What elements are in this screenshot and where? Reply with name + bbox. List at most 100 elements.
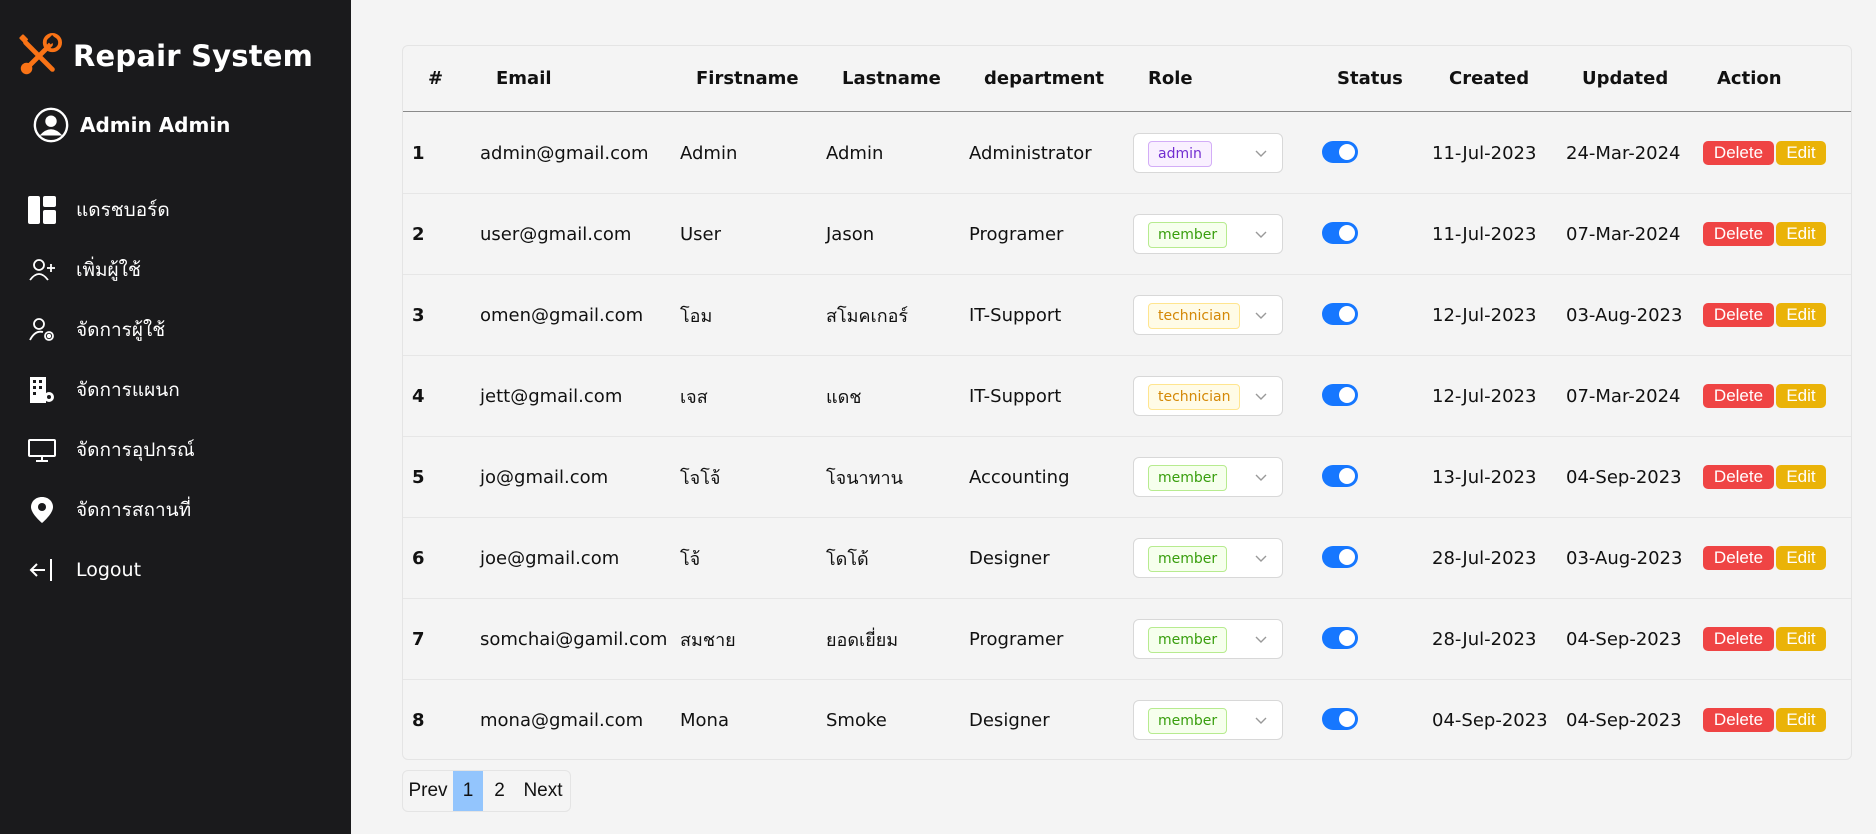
- delete-button[interactable]: Delete: [1703, 303, 1774, 327]
- edit-button[interactable]: Edit: [1776, 465, 1826, 489]
- row-created: 13-Jul-2023: [1432, 467, 1537, 488]
- sidebar-item-label: จัดการสถานที่: [76, 499, 192, 521]
- row-index: 1: [412, 143, 425, 164]
- row-created: 11-Jul-2023: [1432, 224, 1537, 245]
- logout-icon: [26, 554, 58, 586]
- row-lastname: Smoke: [826, 710, 887, 731]
- sidebar: Repair System Admin Admin แดรชบอร์ด เพิ่…: [0, 0, 351, 834]
- delete-button[interactable]: Delete: [1703, 141, 1774, 165]
- sidebar-item-manage-departments[interactable]: จัดการแผนก: [0, 360, 351, 420]
- row-email: mona@gmail.com: [480, 710, 644, 731]
- row-created: 04-Sep-2023: [1432, 710, 1548, 731]
- row-index: 5: [412, 467, 425, 488]
- delete-button[interactable]: Delete: [1703, 222, 1774, 246]
- status-toggle[interactable]: [1322, 627, 1358, 649]
- row-firstname: โจโจ้: [680, 468, 721, 489]
- edit-button[interactable]: Edit: [1776, 384, 1826, 408]
- row-email: jett@gmail.com: [480, 386, 623, 407]
- column-header-status: Status: [1337, 68, 1403, 89]
- row-department: Accounting: [969, 467, 1070, 488]
- delete-button[interactable]: Delete: [1703, 627, 1774, 651]
- row-department: IT-Support: [969, 305, 1062, 326]
- sidebar-item-manage-locations[interactable]: จัดการสถานที่: [0, 480, 351, 540]
- sidebar-item-add-user[interactable]: เพิ่มผู้ใช้: [0, 240, 351, 300]
- edit-button[interactable]: Edit: [1776, 627, 1826, 651]
- next-page-button[interactable]: Next: [516, 771, 570, 811]
- row-firstname: User: [680, 224, 722, 245]
- role-select[interactable]: member: [1133, 700, 1283, 740]
- role-tag: admin: [1148, 141, 1212, 167]
- row-email: somchai@gamil.com: [480, 629, 668, 650]
- sidebar-item-manage-users[interactable]: จัดการผู้ใช้: [0, 300, 351, 360]
- role-select[interactable]: member: [1133, 457, 1283, 497]
- row-lastname: สโมคเกอร์: [826, 306, 909, 327]
- row-lastname: แดช: [826, 387, 862, 408]
- row-department: IT-Support: [969, 386, 1062, 407]
- role-select[interactable]: technician: [1133, 376, 1283, 416]
- chevron-down-icon: [1255, 312, 1267, 319]
- status-toggle[interactable]: [1322, 465, 1358, 487]
- column-header-role: Role: [1148, 68, 1193, 89]
- toggle-knob: [1339, 144, 1355, 160]
- chevron-down-icon: [1255, 555, 1267, 562]
- row-updated: 24-Mar-2024: [1566, 143, 1681, 164]
- chevron-down-icon: [1255, 231, 1267, 238]
- row-created: 12-Jul-2023: [1432, 305, 1537, 326]
- row-lastname: Admin: [826, 143, 884, 164]
- brand[interactable]: Repair System: [16, 33, 313, 79]
- row-department: Designer: [969, 710, 1050, 731]
- status-toggle[interactable]: [1322, 222, 1358, 244]
- delete-button[interactable]: Delete: [1703, 546, 1774, 570]
- row-firstname: Mona: [680, 710, 729, 731]
- row-email: user@gmail.com: [480, 224, 632, 245]
- row-lastname: โจนาทาน: [826, 468, 903, 489]
- row-updated: 04-Sep-2023: [1566, 629, 1682, 650]
- sidebar-item-label: Logout: [76, 559, 142, 581]
- page-2-button[interactable]: 2: [483, 771, 516, 811]
- status-toggle[interactable]: [1322, 141, 1358, 163]
- role-select[interactable]: member: [1133, 538, 1283, 578]
- column-header-firstname: Firstname: [696, 68, 799, 89]
- prev-page-button[interactable]: Prev: [403, 771, 453, 811]
- edit-button[interactable]: Edit: [1776, 303, 1826, 327]
- edit-button[interactable]: Edit: [1776, 141, 1826, 165]
- sidebar-item-label: แดรชบอร์ด: [76, 199, 170, 221]
- sidebar-item-manage-devices[interactable]: จัดการอุปกรณ์: [0, 420, 351, 480]
- row-firstname: โอม: [680, 306, 713, 327]
- row-updated: 03-Aug-2023: [1566, 548, 1683, 569]
- chevron-down-icon: [1255, 636, 1267, 643]
- sidebar-item-logout[interactable]: Logout: [0, 540, 351, 600]
- status-toggle[interactable]: [1322, 546, 1358, 568]
- page-1-button[interactable]: 1: [453, 771, 483, 811]
- role-select[interactable]: member: [1133, 619, 1283, 659]
- column-header-email: Email: [496, 68, 552, 89]
- user-profile[interactable]: Admin Admin: [32, 105, 230, 145]
- row-email: jo@gmail.com: [480, 467, 609, 488]
- delete-button[interactable]: Delete: [1703, 465, 1774, 489]
- edit-button[interactable]: Edit: [1776, 222, 1826, 246]
- row-created: 12-Jul-2023: [1432, 386, 1537, 407]
- edit-button[interactable]: Edit: [1776, 546, 1826, 570]
- users-table: # Email Firstname Lastname department Ro…: [402, 45, 1852, 760]
- role-tag: member: [1148, 627, 1228, 653]
- role-select[interactable]: admin: [1133, 133, 1283, 173]
- sidebar-item-dashboard[interactable]: แดรชบอร์ด: [0, 180, 351, 240]
- toggle-knob: [1339, 468, 1355, 484]
- table-row: 3 omen@gmail.com โอม สโมคเกอร์ IT-Support te…: [403, 275, 1851, 356]
- role-tag: technician: [1148, 303, 1241, 329]
- table-row: 6 joe@gmail.com โจ้ โดโด้ Designer member 28…: [403, 518, 1851, 599]
- monitor-icon: [26, 434, 58, 466]
- role-select[interactable]: technician: [1133, 295, 1283, 335]
- row-email: admin@gmail.com: [480, 143, 649, 164]
- table-row: 1 admin@gmail.com Admin Admin Administrator …: [403, 113, 1851, 194]
- app-title: Repair System: [73, 39, 314, 73]
- status-toggle[interactable]: [1322, 303, 1358, 325]
- role-select[interactable]: member: [1133, 214, 1283, 254]
- delete-button[interactable]: Delete: [1703, 384, 1774, 408]
- row-email: omen@gmail.com: [480, 305, 644, 326]
- status-toggle[interactable]: [1322, 708, 1358, 730]
- toggle-knob: [1339, 225, 1355, 241]
- edit-button[interactable]: Edit: [1776, 708, 1826, 732]
- status-toggle[interactable]: [1322, 384, 1358, 406]
- delete-button[interactable]: Delete: [1703, 708, 1774, 732]
